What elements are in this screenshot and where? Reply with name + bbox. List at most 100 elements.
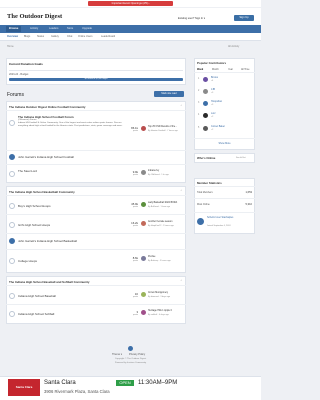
last-post-title[interactable]: Top 25 OSD Results of the...	[148, 126, 177, 128]
collapse-icon[interactable]: ⌃	[180, 104, 183, 108]
ad-logo[interactable]: Santa Clara	[8, 379, 40, 396]
leader-points: +4	[211, 80, 214, 82]
nav-upgrade[interactable]: Upgrade	[79, 26, 95, 32]
ad-open-badge: OPEN	[116, 380, 134, 386]
nav-browse[interactable]: Browse	[6, 26, 22, 32]
forum-read-icon	[9, 171, 15, 177]
theme-selector[interactable]: Theme ▾	[112, 353, 122, 356]
sign-in-link[interactable]: Existing user? Sign In ▾	[178, 17, 205, 20]
collapse-icon[interactable]: ⌃	[180, 189, 183, 193]
most-online-label: Most Online	[197, 203, 210, 206]
divider	[6, 249, 186, 250]
last-post-meta: By Boilerup · 5 hours ago	[148, 260, 171, 262]
nav-activity[interactable]: Activity	[27, 26, 41, 32]
leader-name[interactable]: Comet Baker	[211, 125, 225, 128]
avatar[interactable]	[141, 202, 146, 207]
avatar[interactable]	[203, 101, 208, 106]
last-post-meta: By Hoosier Football · 7 hours ago	[148, 130, 178, 132]
all-activity-link[interactable]: All Activity	[228, 45, 239, 48]
collapse-icon[interactable]: ⌃	[180, 279, 183, 283]
avatar[interactable]	[141, 292, 146, 297]
forum-title[interactable]: Boy's High School Hoops	[18, 204, 51, 208]
subnav-chat[interactable]: Chat	[67, 35, 72, 38]
subnav-overview[interactable]: Overview	[7, 35, 18, 38]
last-post-title[interactable]: Purdue	[148, 256, 155, 258]
leader-rank: 5	[198, 127, 200, 129]
avatar[interactable]	[203, 126, 208, 131]
divider	[6, 164, 186, 165]
last-post-title[interactable]: Indiana Ivy	[148, 170, 159, 172]
forum-post-label: posts	[133, 225, 138, 227]
most-online-value: 5,310	[245, 203, 253, 206]
subnav-leaderboard[interactable]: Leaderboard	[101, 35, 115, 38]
forum-read-icon	[9, 222, 15, 228]
newest-member-joined: Joined September 4, 2024	[207, 225, 231, 227]
ad-title[interactable]: Santa Clara	[44, 380, 76, 386]
avatar[interactable]	[141, 126, 146, 131]
newest-member-name[interactable]: Schelm lover Stachaples	[207, 216, 252, 219]
member-stats-title: Member Statistics	[197, 181, 222, 185]
avatar[interactable]	[203, 77, 208, 82]
last-post-title[interactable]: Lady Basketball 2024 BORA	[148, 202, 177, 204]
tab-week[interactable]: Week	[197, 68, 203, 71]
forum-title[interactable]: John Garrett's Indiana High School Footb…	[18, 155, 74, 159]
forum-post-label: posts	[133, 206, 138, 208]
category-title[interactable]: The Indiana High School Basketball Commu…	[9, 190, 75, 194]
category-title[interactable]: The Indiana Outdoor Digest Online Footba…	[9, 105, 85, 109]
avatar[interactable]	[141, 256, 146, 261]
leaders-title: Popular Contributors	[197, 61, 227, 65]
tab-month[interactable]: Month	[212, 68, 219, 71]
sign-up-button[interactable]: Sign Up	[234, 15, 254, 21]
forum-description: (Offseason) Forum Indiana HS Football & …	[18, 119, 123, 127]
copyright-text: Copyright © The Outdoor Digest	[114, 358, 147, 360]
mark-site-read-button[interactable]: Mark site read	[154, 91, 184, 97]
subnav-gallery[interactable]: Gallery	[51, 35, 59, 38]
last-post-meta: By Ballhead · 1 hour ago	[148, 206, 171, 208]
forum-read-icon	[9, 311, 15, 317]
avatar[interactable]	[197, 218, 204, 225]
subnav-online-users[interactable]: Online Users	[78, 35, 92, 38]
forum-unread-icon	[9, 154, 15, 160]
avatar[interactable]	[141, 170, 146, 175]
leader-name[interactable]: HoopsFan	[211, 100, 222, 103]
last-post-title[interactable]: Another Female season	[148, 221, 172, 223]
site-title[interactable]: The Outdoor Digest	[7, 13, 62, 20]
tab-year[interactable]: Year	[228, 68, 233, 71]
forum-title[interactable]: Girl's High School Hoops	[18, 223, 50, 227]
divider	[6, 195, 186, 196]
leader-name[interactable]: JJB	[211, 88, 215, 91]
last-post-meta: By OldGuard · 1 hr ago	[148, 174, 169, 176]
facebook-icon[interactable]	[128, 346, 133, 351]
tab-all-time[interactable]: All Time	[241, 68, 250, 71]
privacy-policy-link[interactable]: Privacy Policy	[129, 353, 145, 356]
leader-name[interactable]: Brutus	[211, 76, 218, 79]
avatar[interactable]	[203, 89, 208, 94]
breadcrumb-home[interactable]: Home	[7, 45, 14, 48]
last-post-title[interactable]: Crown Montgomery	[148, 292, 168, 294]
avatar[interactable]	[141, 310, 146, 315]
forum-title[interactable]: John Garrett's Indiana High School Baske…	[18, 239, 77, 243]
whos-online-title: Who's Online	[197, 156, 216, 160]
leader-name[interactable]: Lutz	[211, 112, 216, 115]
forums-title: Forums	[7, 92, 24, 98]
forum-title[interactable]: College Hoops	[18, 259, 37, 263]
donation-goal-name[interactable]: 2023-24 - Budget	[9, 73, 28, 76]
forum-title[interactable]: Indiana High School Baseball	[18, 294, 56, 298]
powered-by-link[interactable]: Powered by Invision Community	[80, 362, 181, 364]
subnav-blogs[interactable]: Blogs	[24, 35, 30, 38]
forum-post-label: posts	[133, 314, 138, 316]
avatar[interactable]	[141, 221, 146, 226]
forum-title[interactable]: Indiana High School Softball	[18, 312, 54, 316]
see-full-list-link[interactable]: See full list	[236, 157, 246, 159]
divider	[194, 186, 255, 187]
forum-title[interactable]: The Steel Lord	[18, 169, 37, 173]
last-post-title[interactable]: Heritage Hills 1 Apple 0	[148, 310, 172, 312]
subnav-status[interactable]: Status	[37, 35, 44, 38]
nav-leaders[interactable]: Leaders	[46, 26, 61, 32]
show-more-button[interactable]: Show More	[194, 142, 255, 145]
category-title[interactable]: The Indiana High School Baseball and Sof…	[9, 280, 89, 284]
nav-store[interactable]: Store	[64, 26, 76, 32]
forum-read-icon	[9, 120, 15, 126]
avatar[interactable]	[203, 113, 208, 118]
event-banner-link[interactable]: Important Event Openings (2/5) ›	[88, 1, 173, 6]
